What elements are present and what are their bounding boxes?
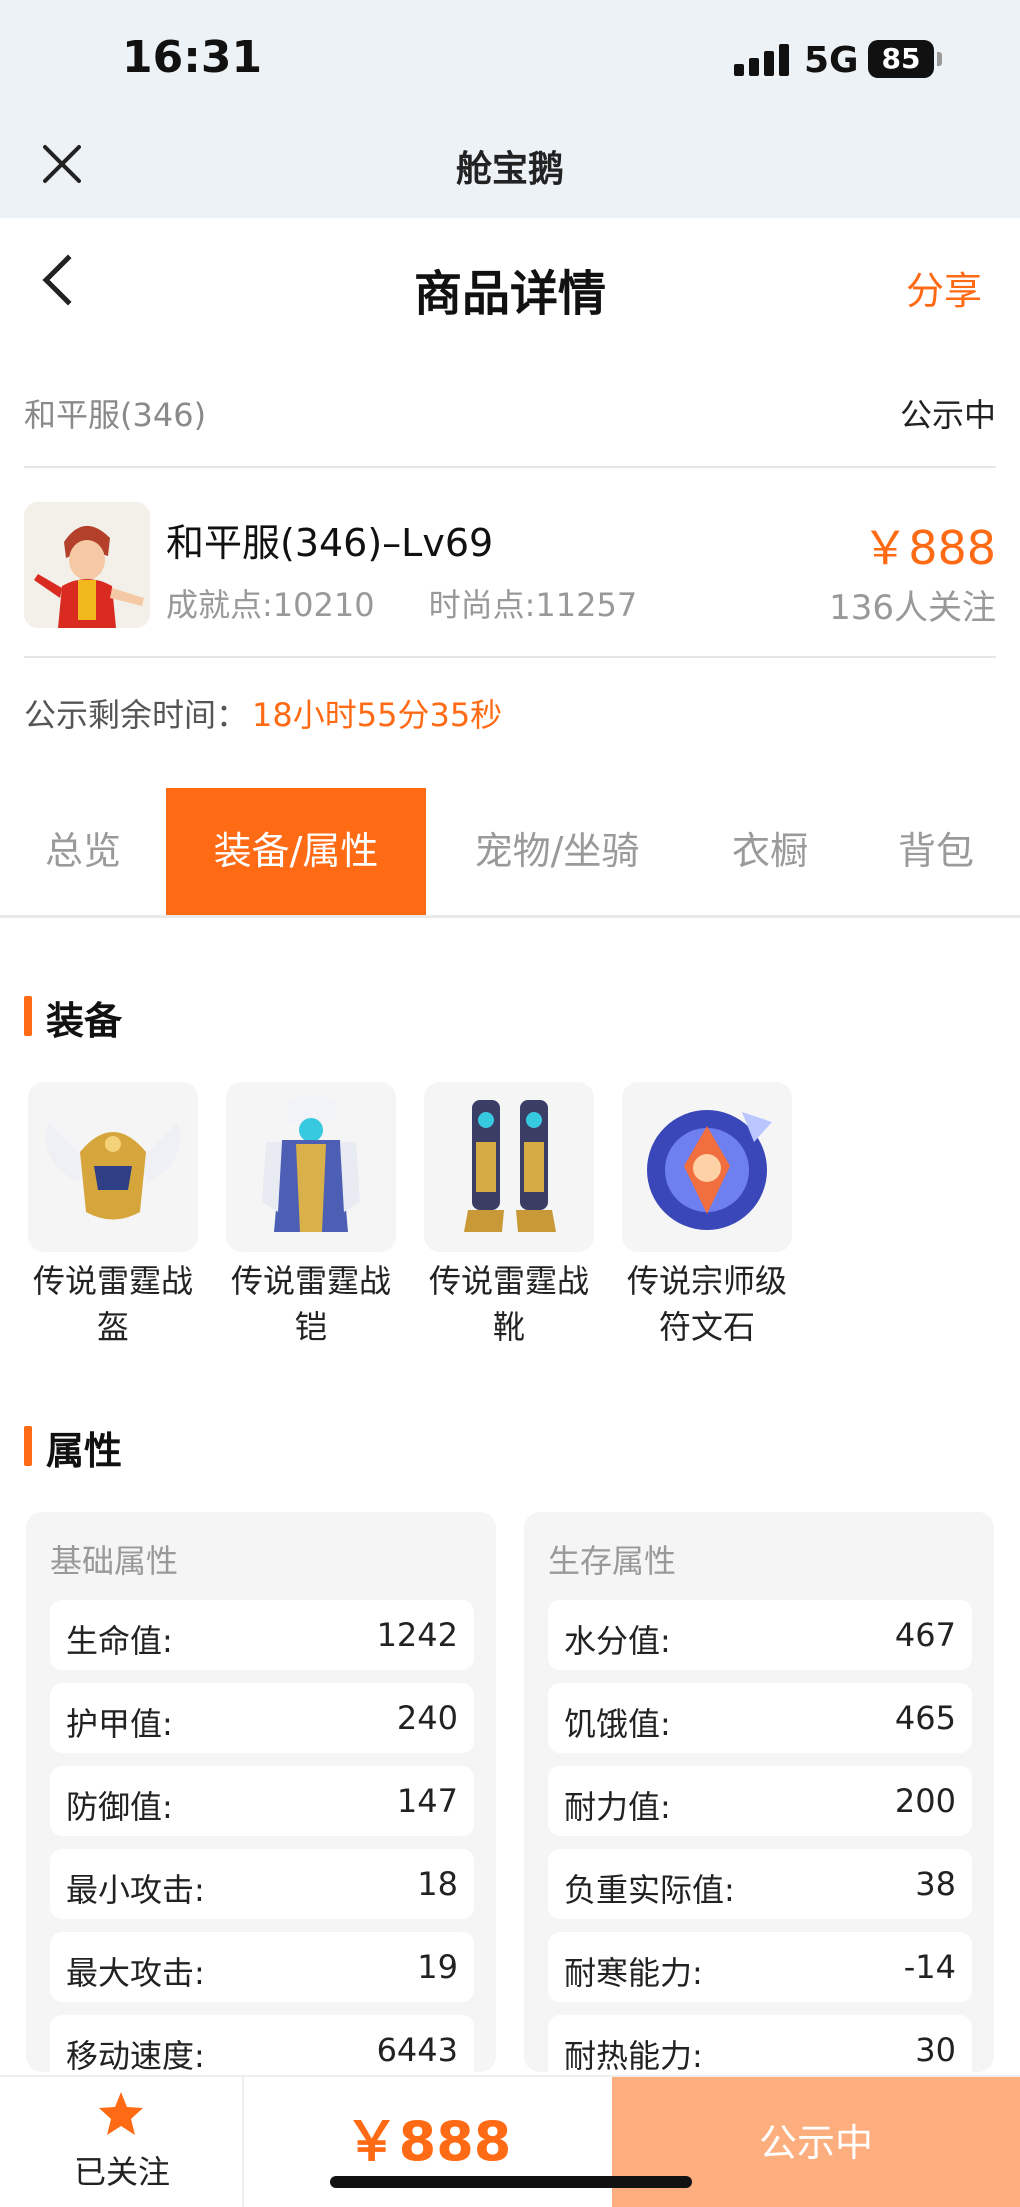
attribute-value: 18 [417, 1865, 458, 1903]
tab-overview[interactable]: 总览 [0, 788, 166, 915]
survival-attributes-panel: 生存属性 水分值: 467 饥饿值: 465 耐力值: 200 负重实际值: 3… [524, 1512, 994, 2072]
follow-label: 已关注 [73, 2153, 170, 2191]
equipment-item[interactable]: 传说雷霆战铠 [226, 1082, 400, 1350]
rune-stone-icon [622, 1082, 792, 1252]
section-accent-bar [24, 996, 32, 1036]
equipment-name: 传说宗师级符文石 [626, 1262, 787, 1346]
server-name: 和平服(346) [24, 396, 207, 434]
tab-wardrobe[interactable]: 衣橱 [688, 788, 852, 915]
attribute-label: 移动速度: [66, 2037, 205, 2072]
attribute-row: 护甲值: 240 [50, 1683, 474, 1753]
countdown-label: 公示剩余时间： [24, 696, 249, 734]
equipment-name: 传说雷霆战铠 [230, 1262, 391, 1346]
attribute-value: 200 [894, 1782, 956, 1820]
network-label: 5G [804, 40, 859, 81]
attribute-row: 饥饿值: 465 [548, 1683, 972, 1753]
share-button[interactable]: 分享 [906, 260, 982, 315]
attribute-label: 生命值: [66, 1622, 173, 1660]
helmet-icon [28, 1082, 198, 1252]
attribute-row: 移动速度: 6443 [50, 2015, 474, 2072]
product-row[interactable]: 和平服(346)–Lv69 成就点:10210 时尚点:11257 ￥888 13… [24, 476, 996, 658]
equipment-name: 传说雷霆战盔 [32, 1262, 193, 1346]
product-title: 和平服(346)–Lv69 [166, 521, 494, 565]
attribute-value: 38 [915, 1865, 956, 1903]
equipment-section-title: 装备 [46, 999, 123, 1043]
attribute-label: 耐热能力: [564, 2037, 703, 2072]
attribute-row: 耐寒能力: -14 [548, 1932, 972, 2002]
battery-tip [937, 52, 942, 66]
attribute-value: 19 [417, 1948, 458, 1986]
page-title: 商品详情 [413, 266, 606, 322]
basic-attributes-title: 基础属性 [50, 1542, 179, 1580]
basic-attributes-panel: 基础属性 生命值: 1242 护甲值: 240 防御值: 147 最小攻击: 1… [26, 1512, 496, 2072]
attribute-value: 30 [915, 2031, 956, 2069]
attributes-section-title: 属性 [46, 1429, 123, 1473]
attribute-value: 6443 [376, 2031, 458, 2069]
equipment-item[interactable]: 传说雷霆战靴 [424, 1082, 598, 1350]
attribute-value: 1242 [376, 1616, 458, 1654]
attribute-row: 耐热能力: 30 [548, 2015, 972, 2072]
status-time: 16:31 [122, 32, 263, 83]
server-row: 和平服(346) 公示中 [24, 388, 996, 468]
tab-equipment-attributes[interactable]: 装备/属性 [166, 788, 426, 915]
attribute-row: 防御值: 147 [50, 1766, 474, 1836]
equipment-item[interactable]: 传说雷霆战盔 [28, 1082, 202, 1350]
attribute-label: 饥饿值: [564, 1705, 671, 1743]
armor-icon [226, 1082, 396, 1252]
fashion-points: 时尚点:11257 [428, 586, 638, 624]
signal-icon [734, 44, 790, 76]
attribute-row: 最大攻击: 19 [50, 1932, 474, 2002]
follower-count: 136人关注 [829, 588, 996, 628]
attribute-row: 生命值: 1242 [50, 1600, 474, 1670]
countdown: 公示剩余时间： 18小时55分35秒 [24, 690, 502, 736]
attribute-label: 护甲值: [66, 1705, 173, 1743]
status-bar: 16:31 5G 85 [0, 0, 1020, 122]
attribute-row: 耐力值: 200 [548, 1766, 972, 1836]
equipment-name: 传说雷霆战靴 [428, 1262, 589, 1346]
boots-icon [424, 1082, 594, 1252]
tab-backpack[interactable]: 背包 [852, 788, 1020, 915]
star-icon [99, 2092, 143, 2135]
attribute-label: 最小攻击: [66, 1871, 205, 1909]
attribute-value: -14 [903, 1948, 956, 1986]
page-nav: 商品详情 分享 [0, 218, 1020, 348]
app-title: 舱宝鹅 [455, 149, 564, 190]
attribute-row: 负重实际值: 38 [548, 1849, 972, 1919]
product-price: ￥888 [862, 521, 996, 575]
attribute-label: 防御值: [66, 1788, 173, 1826]
attribute-label: 最大攻击: [66, 1954, 205, 1992]
battery-icon: 85 [868, 40, 934, 78]
tab-pets-mounts[interactable]: 宠物/坐骑 [426, 788, 688, 915]
home-indicator [330, 2176, 692, 2188]
equipment-item[interactable]: 传说宗师级符文石 [622, 1082, 796, 1350]
avatar [24, 502, 150, 628]
attribute-row: 水分值: 467 [548, 1600, 972, 1670]
achievement-points: 成就点:10210 [166, 586, 375, 624]
attribute-label: 耐寒能力: [564, 1954, 703, 1992]
attribute-label: 水分值: [564, 1622, 671, 1660]
survival-attributes-title: 生存属性 [548, 1542, 677, 1580]
follow-button[interactable]: 已关注 [0, 2077, 244, 2207]
countdown-time: 18小时55分35秒 [252, 696, 503, 734]
tab-bar: 总览 装备/属性 宠物/坐骑 衣橱 背包 [0, 788, 1020, 918]
app-header: 舱宝鹅 [0, 122, 1020, 218]
attribute-label: 负重实际值: [564, 1871, 735, 1909]
attribute-row: 最小攻击: 18 [50, 1849, 474, 1919]
section-accent-bar [24, 1426, 32, 1466]
server-status: 公示中 [899, 396, 996, 434]
attribute-value: 147 [396, 1782, 458, 1820]
attribute-value: 240 [396, 1699, 458, 1737]
product-stats: 成就点:10210 时尚点:11257 [166, 580, 637, 626]
attribute-label: 耐力值: [564, 1788, 671, 1826]
attribute-value: 465 [894, 1699, 956, 1737]
attribute-value: 467 [894, 1616, 956, 1654]
